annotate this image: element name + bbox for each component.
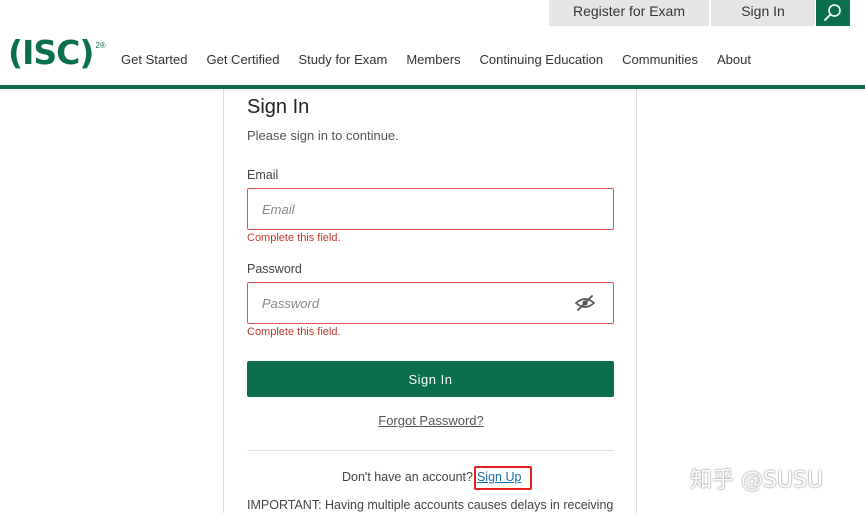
- nav-item-continuing-education[interactable]: Continuing Education: [480, 52, 604, 67]
- signup-prompt: Don't have an account?: [342, 470, 473, 484]
- sign-in-card: Sign In Please sign in to continue. Emai…: [223, 89, 637, 513]
- password-error-message: Complete this field.: [247, 326, 341, 338]
- nav-item-study-for-exam[interactable]: Study for Exam: [298, 52, 387, 67]
- search-icon: [824, 4, 841, 21]
- isc2-logo[interactable]: (ISC) 2®: [8, 33, 106, 73]
- search-button[interactable]: [816, 0, 850, 26]
- email-label: Email: [247, 168, 279, 182]
- important-notice: IMPORTANT: Having multiple accounts caus…: [247, 498, 614, 512]
- logo-text: (ISC): [8, 33, 94, 72]
- register-for-exam-button[interactable]: Register for Exam: [549, 0, 709, 26]
- email-field[interactable]: [247, 188, 614, 230]
- forgot-password-link[interactable]: Forgot Password?: [224, 413, 638, 428]
- password-field[interactable]: [247, 282, 614, 324]
- eye-slash-icon[interactable]: [575, 295, 595, 311]
- top-utility-bar: Register for Exam Sign In: [0, 0, 865, 26]
- header-sign-in-button[interactable]: Sign In: [711, 0, 815, 26]
- main-navigation: Get Started Get Certified Study for Exam…: [121, 52, 770, 67]
- nav-item-communities[interactable]: Communities: [622, 52, 698, 67]
- page-title: Sign In: [247, 96, 310, 118]
- nav-item-get-started[interactable]: Get Started: [121, 52, 187, 67]
- form-divider: [247, 450, 614, 451]
- nav-item-about[interactable]: About: [717, 52, 751, 67]
- email-error-message: Complete this field.: [247, 232, 341, 244]
- sign-in-submit-button[interactable]: Sign In: [247, 361, 614, 397]
- nav-item-members[interactable]: Members: [406, 52, 460, 67]
- nav-item-get-certified[interactable]: Get Certified: [206, 52, 279, 67]
- password-label: Password: [247, 262, 302, 276]
- watermark: 知乎 @SUSU: [690, 468, 824, 493]
- signup-row: Don't have an account? Sign Up: [342, 466, 533, 490]
- logo-superscript: 2®: [95, 41, 106, 50]
- page-subtitle: Please sign in to continue.: [247, 128, 399, 143]
- sign-up-link[interactable]: Sign Up: [473, 466, 533, 490]
